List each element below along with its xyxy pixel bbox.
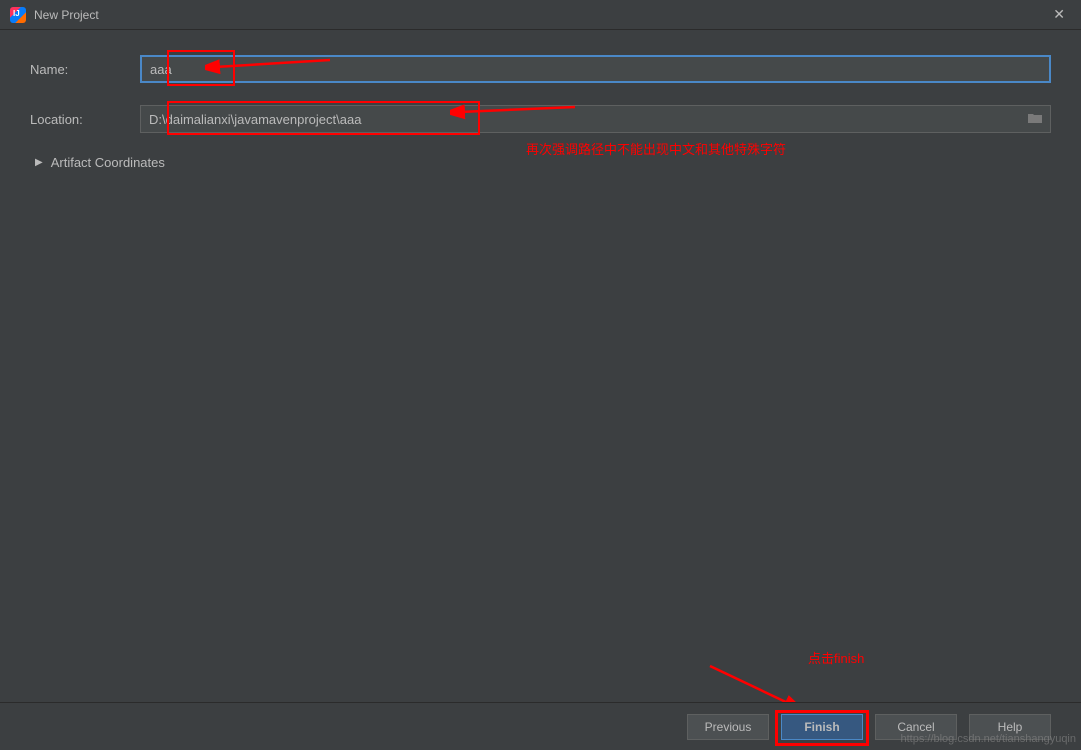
annotation-finish-note: 点击finish — [808, 648, 864, 667]
name-input[interactable] — [140, 55, 1051, 83]
location-label: Location: — [30, 112, 140, 127]
titlebar: New Project ✕ — [0, 0, 1081, 30]
finish-button[interactable]: Finish — [781, 714, 863, 740]
watermark-text: https://blog.csdn.net/tianshangyuqin — [900, 733, 1076, 745]
name-label: Name: — [30, 62, 140, 77]
location-input[interactable] — [140, 105, 1051, 133]
annotation-location-note: 再次强调路径中不能出现中文和其他特殊字符 — [526, 139, 786, 158]
folder-browse-icon[interactable] — [1027, 111, 1043, 127]
previous-button[interactable]: Previous — [687, 714, 769, 740]
close-icon[interactable]: ✕ — [1047, 4, 1071, 25]
chevron-right-icon: ▶ — [35, 157, 43, 168]
window-title: New Project — [34, 8, 1047, 22]
name-row: Name: — [30, 55, 1051, 83]
location-wrapper — [140, 105, 1051, 133]
dialog-content: Name: Location: ▶ Artifact Coordinates — [0, 30, 1081, 195]
artifact-label: Artifact Coordinates — [51, 155, 165, 170]
location-row: Location: — [30, 105, 1051, 133]
intellij-icon — [10, 7, 26, 23]
